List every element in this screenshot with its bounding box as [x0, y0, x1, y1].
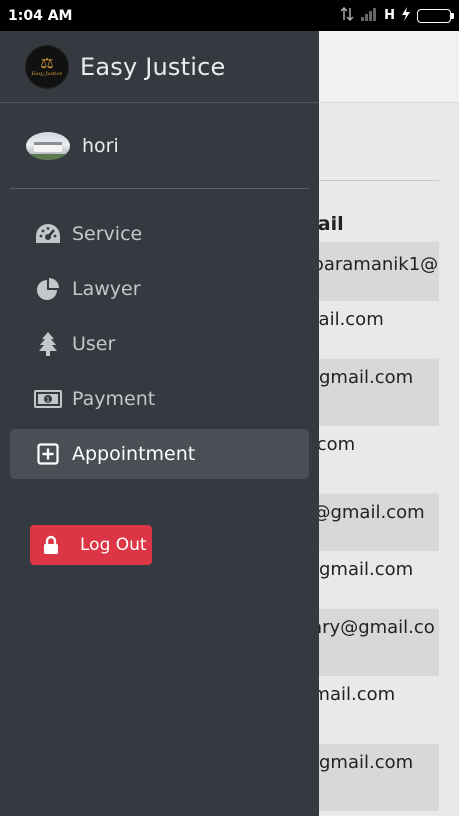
lock-icon — [40, 534, 62, 556]
logout-label: Log Out — [80, 535, 147, 555]
user-name: hori — [82, 134, 119, 157]
svg-text:1: 1 — [46, 396, 50, 404]
charging-icon — [401, 6, 411, 25]
network-type-label: H — [384, 8, 395, 23]
sidebar-item-label: Payment — [72, 388, 156, 410]
sidebar-item-appointment[interactable]: Appointment — [10, 429, 309, 479]
sidebar-item-label: User — [72, 333, 116, 355]
sidebar-menu: Service Lawyer User 1 Payment Appointmen… — [0, 209, 319, 479]
status-icons: H — [340, 6, 454, 25]
user-panel[interactable]: hori — [10, 103, 309, 189]
status-bar: 1:04 AM H — [0, 0, 459, 31]
sidebar-item-label: Lawyer — [72, 278, 141, 300]
brand-logo: ⚖ Easy Justice — [26, 45, 68, 88]
tachometer-icon — [34, 220, 62, 248]
data-transfer-icon — [340, 6, 354, 25]
money-bill-icon: 1 — [34, 385, 62, 413]
battery-icon — [417, 8, 454, 23]
brand-header[interactable]: ⚖ Easy Justice Easy Justice — [0, 31, 319, 103]
tree-icon — [34, 330, 62, 358]
sidebar-item-lawyer[interactable]: Lawyer — [10, 264, 309, 314]
sidebar-item-service[interactable]: Service — [10, 209, 309, 259]
sidebar-item-payment[interactable]: 1 Payment — [10, 374, 309, 424]
brand-name: Easy Justice — [80, 52, 226, 81]
sidebar-item-label: Appointment — [72, 443, 196, 465]
brand-logo-text: Easy Justice — [31, 71, 63, 77]
logout-button[interactable]: Log Out — [30, 525, 152, 565]
pie-chart-icon — [34, 275, 62, 303]
status-time: 1:04 AM — [8, 7, 73, 24]
signal-icon — [360, 7, 378, 25]
plus-square-icon — [34, 440, 62, 468]
sidebar-item-user[interactable]: User — [10, 319, 309, 369]
sidebar-item-label: Service — [72, 223, 143, 245]
avatar — [26, 131, 70, 160]
navigation-drawer: ⚖ Easy Justice Easy Justice hori Service… — [0, 31, 319, 816]
scales-icon: ⚖ — [40, 54, 54, 72]
